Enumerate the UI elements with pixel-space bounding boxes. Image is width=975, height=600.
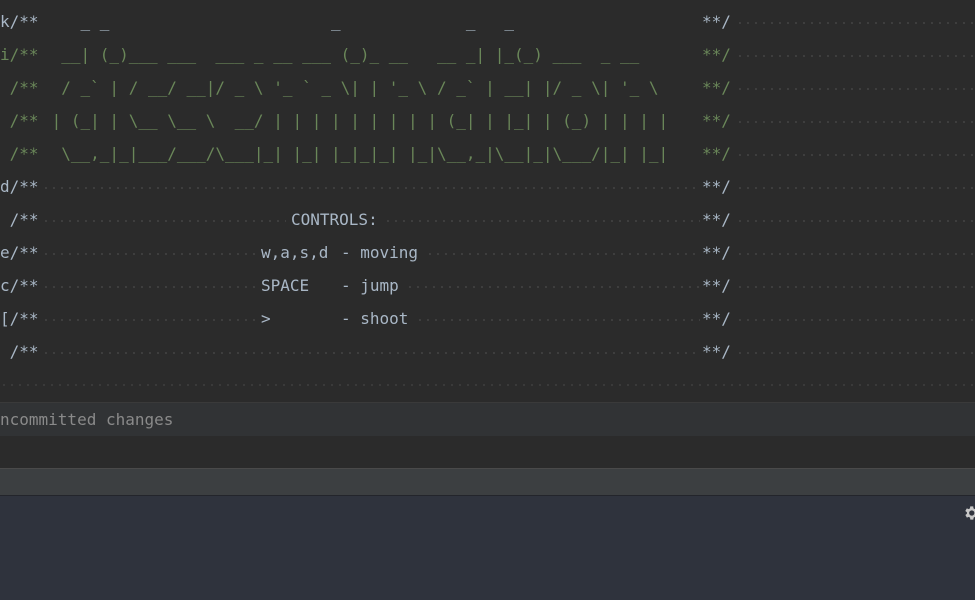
tool-window-header	[0, 495, 975, 531]
ascii-art-row: | (_| | \__ \__ \ __/ | | | | | | | | | …	[42, 111, 669, 130]
code-line: c/** SPACE - jump **/	[0, 270, 975, 303]
comment-end: **/	[702, 78, 731, 97]
whitespace-dots	[736, 22, 975, 24]
line-prefix: /**	[0, 144, 39, 163]
code-editor[interactable]: k/** _ _ _ _ _ **/ i/** __| (_)___ ___ _…	[0, 0, 975, 402]
whitespace-dots	[42, 220, 286, 222]
whitespace-dots	[42, 352, 700, 354]
code-line: [/** > - shoot **/	[0, 303, 975, 336]
whitespace-dots	[42, 253, 256, 255]
line-prefix: c/**	[0, 276, 39, 295]
code-line: /** | (_| | \__ \__ \ __/ | | | | | | | …	[0, 105, 975, 138]
whitespace-dots	[384, 220, 700, 222]
line-prefix: [/**	[0, 309, 39, 328]
ascii-art-row: __| (_)___ ___ ___ _ __ ___ (_)_ __ __ _…	[42, 45, 640, 64]
comment-end: **/	[702, 45, 731, 64]
comment-end: **/	[702, 111, 731, 130]
whitespace-dots	[736, 253, 975, 255]
control-action: - shoot	[341, 309, 409, 328]
comment-end: **/	[702, 309, 731, 328]
comment-end: **/	[702, 243, 731, 262]
whitespace-dots	[736, 286, 975, 288]
controls-title: CONTROLS:	[291, 210, 378, 229]
code-line: e/** w,a,s,d - moving **/	[0, 237, 975, 270]
code-line: /** CONTROLS: **/	[0, 204, 975, 237]
line-prefix: e/**	[0, 243, 39, 262]
comment-end: **/	[702, 12, 731, 31]
ascii-art-row: / _` | / __/ __|/ _ \ '_ ` _ \| | '_ \ /…	[42, 78, 659, 97]
whitespace-dots	[426, 253, 700, 255]
uncommitted-changes-label: ncommitted changes	[0, 410, 174, 429]
control-key: >	[261, 309, 271, 328]
whitespace-dots	[42, 286, 256, 288]
control-action: - moving	[341, 243, 419, 262]
whitespace-dots	[0, 384, 975, 386]
whitespace-dots	[736, 220, 975, 222]
comment-end: **/	[702, 177, 731, 196]
line-prefix: k/**	[0, 12, 39, 31]
status-strip	[0, 468, 975, 496]
comment-end: **/	[702, 210, 731, 229]
comment-end: **/	[702, 342, 731, 361]
whitespace-dots	[406, 286, 700, 288]
gear-icon[interactable]	[962, 504, 975, 522]
code-line: /** **/	[0, 336, 975, 369]
control-action: - jump	[341, 276, 399, 295]
line-prefix: d/**	[0, 177, 39, 196]
whitespace-dots	[736, 352, 975, 354]
whitespace-dots	[736, 154, 975, 156]
whitespace-dots	[736, 319, 975, 321]
ascii-art-row: \__,_|_|___/___/\___|_| |_| |_|_|_| |_|\…	[42, 144, 669, 163]
whitespace-dots	[42, 187, 700, 189]
code-line: i/** __| (_)___ ___ ___ _ __ ___ (_)_ __…	[0, 39, 975, 72]
code-line: k/** _ _ _ _ _ **/	[0, 6, 975, 39]
comment-end: **/	[702, 144, 731, 163]
editor-empty-area	[0, 436, 975, 468]
whitespace-dots	[736, 121, 975, 123]
ascii-art-row: _ _ _ _ _	[42, 12, 515, 31]
line-prefix: /**	[0, 210, 39, 229]
control-key: SPACE	[261, 276, 310, 295]
whitespace-dots	[736, 187, 975, 189]
whitespace-dots	[42, 319, 256, 321]
whitespace-dots	[736, 88, 975, 90]
code-line: /** \__,_|_|___/___/\___|_| |_| |_|_|_| …	[0, 138, 975, 171]
line-prefix: i/**	[0, 45, 39, 64]
tool-window-body	[0, 530, 975, 600]
code-line: /** / _` | / __/ __|/ _ \ '_ ` _ \| | '_…	[0, 72, 975, 105]
control-key: w,a,s,d	[261, 243, 329, 262]
line-prefix: /**	[0, 78, 39, 97]
line-prefix: /**	[0, 111, 39, 130]
code-line: d/** **/	[0, 171, 975, 204]
whitespace-dots	[736, 55, 975, 57]
uncommitted-changes-row[interactable]: ncommitted changes	[0, 402, 975, 437]
comment-end: **/	[702, 276, 731, 295]
line-prefix: /**	[0, 342, 39, 361]
whitespace-dots	[416, 319, 700, 321]
